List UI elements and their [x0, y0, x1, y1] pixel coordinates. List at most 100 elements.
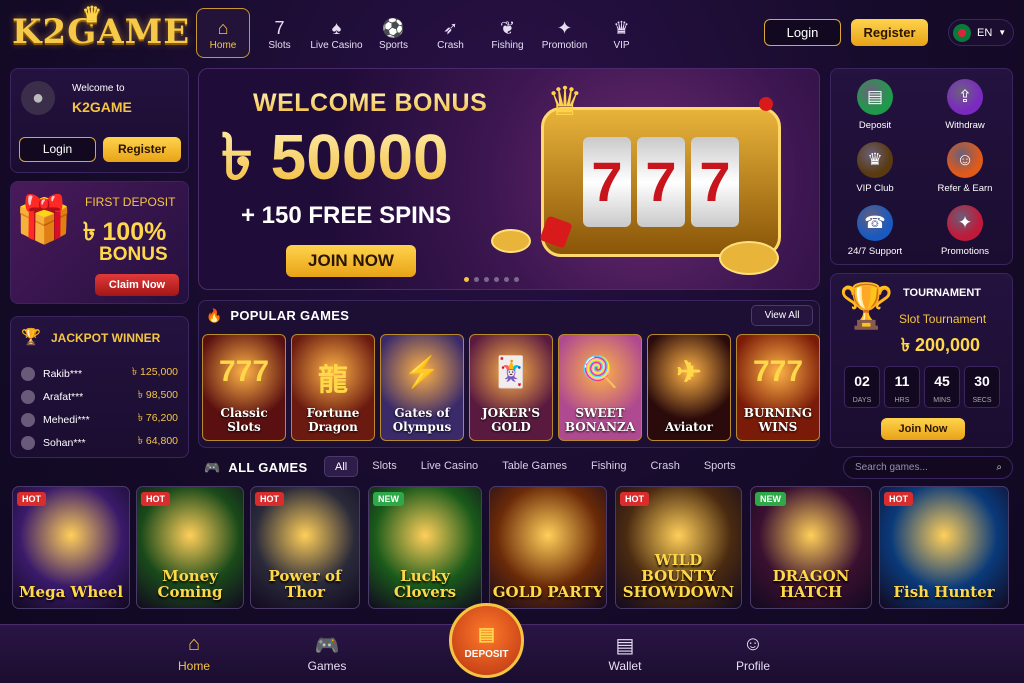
quick-action-24-7-support[interactable]: ☎ 24/7 Support — [835, 205, 915, 257]
countdown-unit: MINS — [933, 397, 951, 404]
filter-tab-crash[interactable]: Crash — [640, 456, 689, 477]
welcome-bonus-banner[interactable]: WELCOME BONUS ৳ 50000 + 150 FREE SPINS J… — [198, 68, 820, 290]
crown-icon: ♛ — [613, 17, 630, 38]
game-card[interactable]: HOT WILD BOUNTY SHOWDOWN — [615, 486, 742, 609]
pagination-dot[interactable] — [514, 277, 519, 282]
game-card[interactable]: HOT Mega Wheel — [12, 486, 130, 609]
popular-game-card[interactable]: ⚡ Gates of Olympus — [380, 334, 464, 441]
search-icon[interactable]: ⌕ — [996, 457, 1002, 478]
game-tag-badge: HOT — [141, 492, 170, 506]
popular-game-card[interactable]: 龍 Fortune Dragon — [291, 334, 375, 441]
pagination-dot[interactable] — [484, 277, 489, 282]
pagination-dot[interactable] — [474, 277, 479, 282]
filter-tab-live-casino[interactable]: Live Casino — [411, 456, 488, 477]
popular-game-card[interactable]: 777 BURNING WINS — [736, 334, 820, 441]
nav-item-home[interactable]: ⌂ Home — [196, 8, 250, 58]
banner-pagination[interactable] — [464, 277, 519, 282]
deposit-button[interactable]: ▤ DEPOSIT — [449, 603, 524, 678]
game-card[interactable]: NEW DRAGON HATCH — [750, 486, 872, 609]
bottom-nav-home-label: Home — [177, 659, 210, 673]
filter-tab-table-games[interactable]: Table Games — [492, 456, 577, 477]
countdown-hrs: 11 HRS — [884, 366, 920, 408]
game-tag-badge: NEW — [755, 492, 786, 506]
popular-game-card[interactable]: ✈ Aviator — [647, 334, 731, 441]
game-card[interactable]: GOLD PARTY — [489, 486, 607, 609]
game-title: Classic Slots — [220, 406, 268, 434]
wallet-icon: ▤ — [477, 624, 495, 644]
rocket-icon: ➶ — [442, 17, 459, 38]
jackpot-panel: 🏆 JACKPOT WINNER Rakib*** ৳ 125,000 Arafat… — [10, 316, 189, 458]
quick-action-deposit[interactable]: ▤ Deposit — [835, 79, 915, 131]
bottom-nav-home[interactable]: ⌂ Home — [149, 633, 239, 673]
login-button[interactable]: Login — [19, 137, 96, 162]
countdown-days: 02 DAYS — [844, 366, 880, 408]
popular-game-card[interactable]: 777 Classic Slots — [202, 334, 286, 441]
language-selector[interactable]: EN ▼ — [948, 19, 1014, 46]
pagination-dot[interactable] — [464, 277, 469, 282]
header-register-button[interactable]: Register — [851, 19, 928, 46]
bottom-nav-wallet[interactable]: ▤ Wallet — [580, 633, 670, 673]
reel-1: 7 — [583, 137, 631, 227]
winner-amount: ৳ 125,000 — [131, 366, 178, 378]
register-button[interactable]: Register — [103, 137, 181, 162]
slot-machine-icon: 7 — [274, 17, 285, 38]
popular-game-card[interactable]: 🍭 SWEET BONANZA — [558, 334, 642, 441]
pagination-dot[interactable] — [504, 277, 509, 282]
claim-now-button[interactable]: Claim Now — [95, 274, 179, 296]
filter-tab-sports[interactable]: Sports — [694, 456, 746, 477]
winner-avatar — [21, 435, 35, 450]
game-card[interactable]: HOT Power of Thor — [250, 486, 360, 609]
nav-label: Home — [209, 39, 237, 51]
nav-item-sports[interactable]: ⚽ Sports — [366, 8, 421, 58]
game-title: Aviator — [665, 420, 713, 434]
winner-avatar — [21, 389, 35, 404]
bottom-nav-profile[interactable]: ☺ Profile — [708, 633, 798, 673]
bottom-nav-games[interactable]: 🎮 Games — [282, 633, 372, 673]
filter-tab-all[interactable]: All — [324, 456, 359, 477]
game-title: GOLD PARTY — [492, 583, 604, 601]
countdown-value: 30 — [974, 373, 990, 389]
trophy-icon: 🏆 — [839, 282, 894, 331]
nav-label: Live Casino — [310, 39, 363, 51]
home-icon: ⌂ — [187, 633, 201, 655]
quick-action-promotions[interactable]: ✦ Promotions — [925, 205, 1005, 257]
game-card[interactable]: NEW Lucky Clovers — [368, 486, 482, 609]
quick-action-withdraw[interactable]: ⇪ Withdraw — [925, 79, 1005, 131]
game-filter-tabs: All Slots Live Casino Table Games Fishing Cra… — [324, 456, 746, 477]
filter-tab-slots[interactable]: Slots — [362, 456, 406, 477]
k2game-logo[interactable]: K2GAME ♛ — [12, 2, 190, 52]
quick-action-refer-earn[interactable]: ☺ Refer & Earn — [925, 142, 1005, 194]
game-card[interactable]: HOT Fish Hunter — [879, 486, 1009, 609]
gift-box-icon: 🎁 — [15, 193, 73, 245]
game-tag-badge: HOT — [620, 492, 649, 506]
quick-actions-panel: ▤ Deposit ⇪ Withdraw ♛ VIP Club ☺ Refer & Earn ☎… — [830, 68, 1013, 265]
wallet-icon: ▤ — [615, 635, 635, 657]
nav-item-vip[interactable]: ♛ VIP — [594, 8, 649, 58]
search-input[interactable]: Search games... ⌕ — [843, 456, 1013, 479]
nav-item-fishing[interactable]: ❦ Fishing — [480, 8, 535, 58]
nav-item-crash[interactable]: ➶ Crash — [423, 8, 478, 58]
quick-action-label: Promotions — [940, 246, 990, 257]
popular-games-title: 🔥 POPULAR GAMES — [206, 308, 349, 324]
welcome-panel: ● Welcome to K2GAME Login Register — [10, 68, 189, 173]
filter-tab-fishing[interactable]: Fishing — [581, 456, 636, 477]
slot-machine-art: 7 7 7 — [541, 107, 781, 257]
join-now-button[interactable]: JOIN NOW — [286, 245, 416, 277]
game-title: WILD BOUNTY SHOWDOWN — [622, 551, 735, 601]
view-all-button[interactable]: View All — [751, 305, 813, 326]
nav-label: Slots — [268, 39, 291, 51]
header-login-button[interactable]: Login — [764, 19, 841, 46]
fire-icon: 🔥 — [206, 308, 223, 323]
nav-item-slots[interactable]: 7 Slots — [252, 8, 307, 58]
winner-avatar — [21, 412, 35, 427]
nav-item-live-casino[interactable]: ♠ Live Casino — [309, 8, 364, 58]
popular-game-card[interactable]: 🃏 JOKER'S GOLD — [469, 334, 553, 441]
join-tournament-button[interactable]: Join Now — [881, 418, 965, 440]
quick-action-label: Refer & Earn — [937, 183, 993, 194]
game-art: 777 — [218, 355, 270, 388]
nav-item-promotion[interactable]: ✦ Promotion — [537, 8, 592, 58]
game-card[interactable]: HOT Money Coming — [136, 486, 244, 609]
pagination-dot[interactable] — [494, 277, 499, 282]
countdown-unit: SECS — [972, 397, 992, 404]
quick-action-vip-club[interactable]: ♛ VIP Club — [835, 142, 915, 194]
